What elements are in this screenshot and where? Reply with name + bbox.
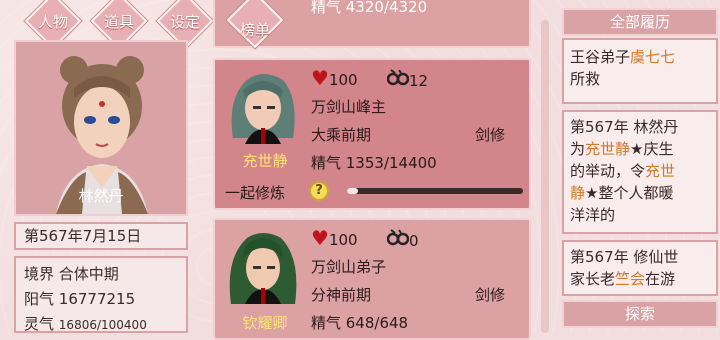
history-entry: 第567年 修仙世 家长老竺会在游 — [562, 240, 718, 296]
question-icon[interactable]: ? — [309, 181, 329, 201]
history-entry: 第567年 林然丹 为充世静★庆生 的举动，令充世 静★整个人都暖 洋洋的 — [562, 110, 718, 234]
favor-value: ♥100 — [311, 66, 358, 90]
companion-avatar — [229, 233, 297, 304]
history-entry: 王谷弟子虞七七 所救 — [562, 38, 718, 104]
companion-skill: 剑修 — [475, 286, 506, 304]
realm-row: 境界 合体中期 — [24, 265, 119, 283]
companion-list[interactable]: 精气 4320/4320 榜单 充世静 ♥100 12 万剑山峰主 大乘前期 剑… — [205, 0, 545, 340]
companion-realm: 大乘前期 — [311, 126, 372, 144]
shackle-icon — [386, 69, 410, 86]
companion-card[interactable]: 钦耀卿 ♥100 0 万剑山弟子 分神前期 剑修 精气 648/648 — [213, 218, 531, 340]
companion-realm: 分神前期 — [311, 286, 372, 304]
shackle-icon — [386, 229, 410, 246]
tab-ranking[interactable]: 榜单 — [224, 0, 286, 49]
game-date: 第567年7月15日 — [14, 222, 188, 250]
companion-jingqi: 精气 1353/14400 — [311, 154, 437, 172]
companion-title: 万剑山峰主 — [311, 98, 387, 116]
favor-value: ♥100 — [311, 226, 358, 250]
companion-avatar — [231, 74, 295, 144]
progress-fill — [347, 188, 358, 194]
heart-icon: ♥ — [311, 66, 329, 90]
yang-row: 阳气 16777215 — [24, 290, 136, 308]
companion-name: 钦耀卿 — [242, 314, 288, 332]
companion-skill: 剑修 — [475, 126, 506, 144]
partial-jingqi: 精气 4320/4320 — [311, 0, 428, 16]
companion-jingqi: 精气 648/648 — [311, 314, 409, 332]
shackle-value: 12 — [386, 68, 428, 90]
ling-row: 灵气 16806/100400 — [24, 315, 147, 333]
companion-list-scrollbar[interactable] — [541, 20, 549, 333]
tab-items[interactable]: 道具 — [88, 0, 150, 50]
companion-card[interactable]: 充世静 ♥100 12 万剑山峰主 大乘前期 剑修 精气 1353/14400 … — [213, 58, 531, 210]
history-header[interactable]: 全部履历 — [562, 8, 718, 36]
shackle-value: 0 — [386, 228, 419, 250]
player-portrait-panel: 林然丹 — [14, 40, 188, 216]
tab-character[interactable]: 人物 — [22, 0, 84, 50]
companion-name: 充世静 — [242, 152, 288, 170]
explore-button[interactable]: 探索 — [562, 300, 718, 328]
companion-title: 万剑山弟子 — [311, 258, 387, 276]
player-stats: 境界 合体中期 阳气 16777215 灵气 16806/100400 — [14, 256, 188, 333]
heart-icon: ♥ — [311, 226, 329, 250]
cultivate-together-label: 一起修炼 — [225, 184, 286, 202]
cultivation-progress-bar[interactable] — [347, 188, 523, 194]
player-name: 林然丹 — [78, 187, 124, 205]
history-panel: 全部履历 王谷弟子虞七七 所救 第567年 林然丹 为充世静★庆生 的举动，令充… — [560, 0, 720, 333]
